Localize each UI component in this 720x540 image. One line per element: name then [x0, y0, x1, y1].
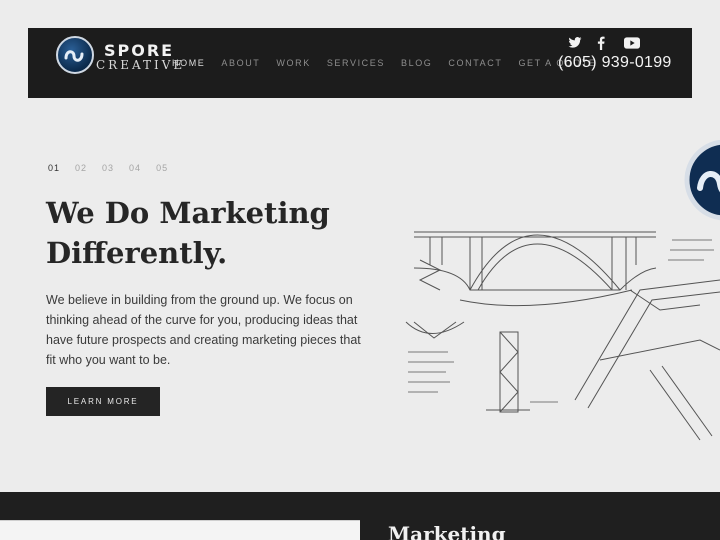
hero-description: We believe in building from the ground u…: [46, 293, 361, 367]
logo[interactable]: SPORE CREATIVE: [56, 36, 206, 76]
nav-item-work[interactable]: WORK: [276, 58, 310, 68]
nav-item-home[interactable]: HOME: [172, 58, 205, 68]
nav-item-contact[interactable]: CONTACT: [448, 58, 502, 68]
hero-headline: We Do Marketing Differently.: [46, 193, 386, 273]
headline-line-1: We Do Marketing: [46, 196, 330, 230]
learn-more-button[interactable]: LEARN MORE: [46, 387, 160, 416]
spore-logo-icon: [56, 36, 94, 74]
site-header: SPORE CREATIVE HOME ABOUT WORK SERVICES BLOG…: [28, 28, 692, 98]
slide-dot-04[interactable]: 04: [129, 163, 141, 173]
slide-pager: 01 02 03 04 05: [48, 163, 168, 173]
social-links: [568, 36, 640, 52]
blueprint-sketch-illustration: [405, 140, 720, 441]
headline-line-2: Differently.: [46, 236, 228, 270]
nav-item-blog[interactable]: BLOG: [401, 58, 432, 68]
nav-item-services[interactable]: SERVICES: [327, 58, 385, 68]
next-section-title: Marketing: [388, 522, 506, 540]
slide-dot-01[interactable]: 01: [48, 163, 60, 173]
slide-dot-02[interactable]: 02: [75, 163, 87, 173]
nav-item-about[interactable]: ABOUT: [221, 58, 260, 68]
slide-dot-05[interactable]: 05: [156, 163, 168, 173]
slide-dot-03[interactable]: 03: [102, 163, 114, 173]
next-section-image: [0, 520, 360, 540]
youtube-icon[interactable]: [624, 36, 640, 52]
facebook-icon[interactable]: [596, 36, 612, 52]
twitter-icon[interactable]: [568, 36, 584, 52]
phone-number[interactable]: (605) 939-0199: [558, 54, 672, 72]
main-nav: HOME ABOUT WORK SERVICES BLOG CONTACT GET A QU…: [172, 58, 612, 68]
